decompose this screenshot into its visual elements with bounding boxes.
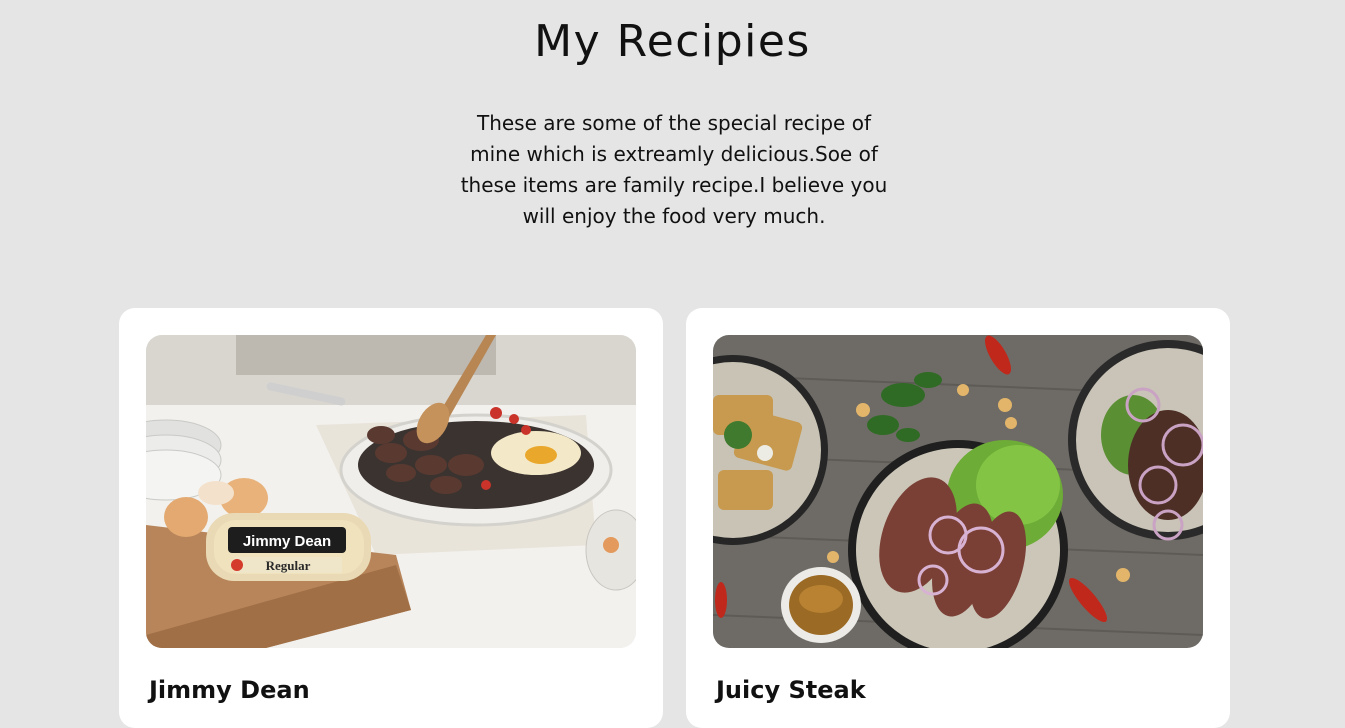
intro-text: These are some of the special recipe of … — [460, 111, 888, 228]
recipe-card[interactable]: Juicy Steak — [686, 308, 1230, 728]
recipe-title[interactable]: Jimmy Dean — [149, 676, 310, 704]
package-variant-text: Regular — [266, 558, 311, 573]
recipe-title[interactable]: Juicy Steak — [716, 676, 866, 704]
recipe-image-breakfast-skillet: Jimmy Dean Regular — [146, 335, 636, 648]
package-brand-text: Jimmy Dean — [243, 533, 331, 550]
page-title: My Recipies — [534, 16, 811, 67]
recipe-image-steak-salad — [713, 335, 1203, 648]
recipe-card[interactable]: Jimmy Dean Regular Jimmy Dean — [119, 308, 663, 728]
